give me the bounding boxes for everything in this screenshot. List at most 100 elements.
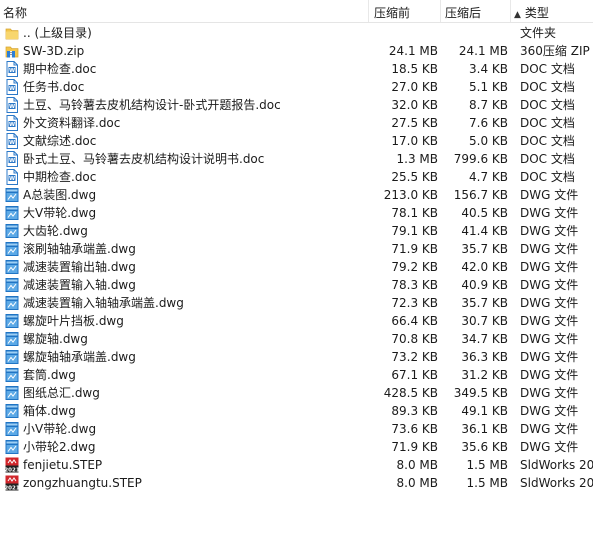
column-divider[interactable] — [440, 0, 441, 22]
file-name: 文献综述.doc — [23, 134, 97, 148]
file-row[interactable]: 螺旋轴.dwg 70.8 KB 34.7 KB DWG 文件 — [0, 330, 593, 348]
svg-text:W: W — [9, 158, 15, 164]
dwg-file-icon — [5, 403, 19, 419]
file-row[interactable]: 大齿轮.dwg 79.1 KB 41.4 KB DWG 文件 — [0, 222, 593, 240]
doc-file-icon: W — [5, 115, 19, 131]
file-row[interactable]: 滚刷轴轴承端盖.dwg 71.9 KB 35.7 KB DWG 文件 — [0, 240, 593, 258]
file-name: 任务书.doc — [23, 80, 85, 94]
file-type: DWG 文件 — [520, 260, 579, 274]
file-type: DWG 文件 — [520, 188, 579, 202]
file-type: DWG 文件 — [520, 368, 579, 382]
dwg-file-icon — [5, 385, 19, 401]
file-compressed-size: 5.0 KB — [469, 134, 508, 148]
file-type: DWG 文件 — [520, 224, 579, 238]
column-divider[interactable] — [368, 0, 369, 22]
column-header-type[interactable]: ▲ 类型 — [514, 4, 549, 21]
file-compressed-size: 36.3 KB — [461, 350, 508, 364]
file-row[interactable]: A总装图.dwg 213.0 KB 156.7 KB DWG 文件 — [0, 186, 593, 204]
file-type: DOC 文档 — [520, 80, 575, 94]
dwg-file-icon — [5, 223, 19, 239]
file-compressed-size: 34.7 KB — [461, 332, 508, 346]
file-row[interactable]: 大V带轮.dwg 78.1 KB 40.5 KB DWG 文件 — [0, 204, 593, 222]
file-type: DWG 文件 — [520, 422, 579, 436]
file-name: .. (上级目录) — [23, 26, 92, 40]
file-row[interactable]: 减速装置输入轴.dwg 78.3 KB 40.9 KB DWG 文件 — [0, 276, 593, 294]
file-compressed-size: 41.4 KB — [461, 224, 508, 238]
file-row[interactable]: 图纸总汇.dwg 428.5 KB 349.5 KB DWG 文件 — [0, 384, 593, 402]
file-type: DOC 文档 — [520, 134, 575, 148]
file-name: 螺旋叶片挡板.dwg — [23, 314, 124, 328]
column-divider[interactable] — [510, 0, 511, 22]
file-type: DWG 文件 — [520, 332, 579, 346]
svg-text:W: W — [9, 104, 15, 110]
doc-file-icon: W — [5, 169, 19, 185]
file-compressed-size: 1.5 MB — [466, 476, 508, 490]
file-compressed-size: 3.4 KB — [469, 62, 508, 76]
file-row[interactable]: 2021 zongzhuangtu.STEP 8.0 MB 1.5 MB SldWork… — [0, 474, 593, 492]
file-name: A总装图.dwg — [23, 188, 97, 202]
solidworks-year-badge: 2021 — [5, 486, 19, 492]
file-row[interactable]: W 文献综述.doc 17.0 KB 5.0 KB DOC 文档 — [0, 132, 593, 150]
file-row[interactable]: 减速装置输出轴.dwg 79.2 KB 42.0 KB DWG 文件 — [0, 258, 593, 276]
file-row[interactable]: 减速装置输入轴轴承端盖.dwg 72.3 KB 35.7 KB DWG 文件 — [0, 294, 593, 312]
file-row[interactable]: 小带轮2.dwg 71.9 KB 35.6 KB DWG 文件 — [0, 438, 593, 456]
folder-icon — [5, 25, 19, 41]
file-name: 螺旋轴.dwg — [23, 332, 88, 346]
file-type: DWG 文件 — [520, 314, 579, 328]
file-row[interactable]: 箱体.dwg 89.3 KB 49.1 KB DWG 文件 — [0, 402, 593, 420]
file-row[interactable]: W 外文资料翻译.doc 27.5 KB 7.6 KB DOC 文档 — [0, 114, 593, 132]
file-name: 减速装置输入轴.dwg — [23, 278, 136, 292]
file-row[interactable]: W 期中检查.doc 18.5 KB 3.4 KB DOC 文档 — [0, 60, 593, 78]
file-type: DWG 文件 — [520, 440, 579, 454]
file-compressed-size: 31.2 KB — [461, 368, 508, 382]
dwg-file-icon — [5, 241, 19, 257]
file-type: DWG 文件 — [520, 386, 579, 400]
column-header-bar: 名称 压缩前 压缩后 ▲ 类型 — [0, 0, 593, 23]
doc-file-icon: W — [5, 133, 19, 149]
dwg-file-icon — [5, 313, 19, 329]
dwg-file-icon — [5, 187, 19, 203]
file-compressed-size: 40.5 KB — [461, 206, 508, 220]
file-row[interactable]: W 任务书.doc 27.0 KB 5.1 KB DOC 文档 — [0, 78, 593, 96]
file-row[interactable]: 套筒.dwg 67.1 KB 31.2 KB DWG 文件 — [0, 366, 593, 384]
dwg-file-icon — [5, 205, 19, 221]
file-name: 大V带轮.dwg — [23, 206, 97, 220]
file-row[interactable]: SW-3D.zip24.1 MB24.1 MB360压缩 ZIP 文件 — [0, 42, 593, 60]
file-row[interactable]: 2021 fenjietu.STEP 8.0 MB 1.5 MB SldWorks 20… — [0, 456, 593, 474]
dwg-file-icon — [5, 259, 19, 275]
dwg-file-icon — [5, 277, 19, 293]
file-name: 减速装置输入轴轴承端盖.dwg — [23, 296, 184, 310]
svg-text:W: W — [9, 176, 15, 182]
file-row[interactable]: 小V带轮.dwg 73.6 KB 36.1 KB DWG 文件 — [0, 420, 593, 438]
solidworks-step-icon: 2021 — [4, 457, 20, 474]
file-type: DWG 文件 — [520, 350, 579, 364]
file-row[interactable]: 螺旋叶片挡板.dwg 66.4 KB 30.7 KB DWG 文件 — [0, 312, 593, 330]
file-compressed-size: 49.1 KB — [461, 404, 508, 418]
file-type: DOC 文档 — [520, 152, 575, 166]
svg-text:W: W — [9, 68, 15, 74]
dwg-file-icon — [5, 439, 19, 455]
doc-file-icon: W — [5, 97, 19, 113]
file-compressed-size: 35.7 KB — [461, 242, 508, 256]
file-row[interactable]: W 卧式土豆、马铃薯去皮机结构设计说明书.doc 1.3 MB 799.6 KB DOC… — [0, 150, 593, 168]
file-name: 卧式土豆、马铃薯去皮机结构设计说明书.doc — [23, 152, 265, 166]
file-name: SW-3D.zip — [23, 44, 85, 58]
solidworks-step-icon: 2021 — [4, 475, 20, 492]
file-type: DOC 文档 — [520, 116, 575, 130]
column-header-original-size[interactable]: 压缩前 — [374, 4, 410, 21]
file-name: 外文资料翻译.doc — [23, 116, 121, 130]
file-name: 小带轮2.dwg — [23, 440, 96, 454]
file-row[interactable]: 螺旋轴轴承端盖.dwg 73.2 KB 36.3 KB DWG 文件 — [0, 348, 593, 366]
file-name: 土豆、马铃薯去皮机结构设计-卧式开题报告.doc — [23, 98, 281, 112]
zip-archive-icon — [5, 43, 19, 59]
column-header-name[interactable]: 名称 — [3, 4, 27, 21]
file-compressed-size: 1.5 MB — [466, 458, 508, 472]
file-row[interactable]: .. (上级目录) 文件夹 — [0, 24, 593, 42]
file-row[interactable]: W 中期检查.doc 25.5 KB 4.7 KB DOC 文档 — [0, 168, 593, 186]
file-compressed-size: 156.7 KB — [453, 188, 508, 202]
file-compressed-size: 5.1 KB — [469, 80, 508, 94]
column-header-compressed-size[interactable]: 压缩后 — [445, 4, 481, 21]
doc-file-icon: W — [5, 79, 19, 95]
file-compressed-size: 30.7 KB — [461, 314, 508, 328]
file-row[interactable]: W 土豆、马铃薯去皮机结构设计-卧式开题报告.doc 32.0 KB 8.7 KB DO… — [0, 96, 593, 114]
